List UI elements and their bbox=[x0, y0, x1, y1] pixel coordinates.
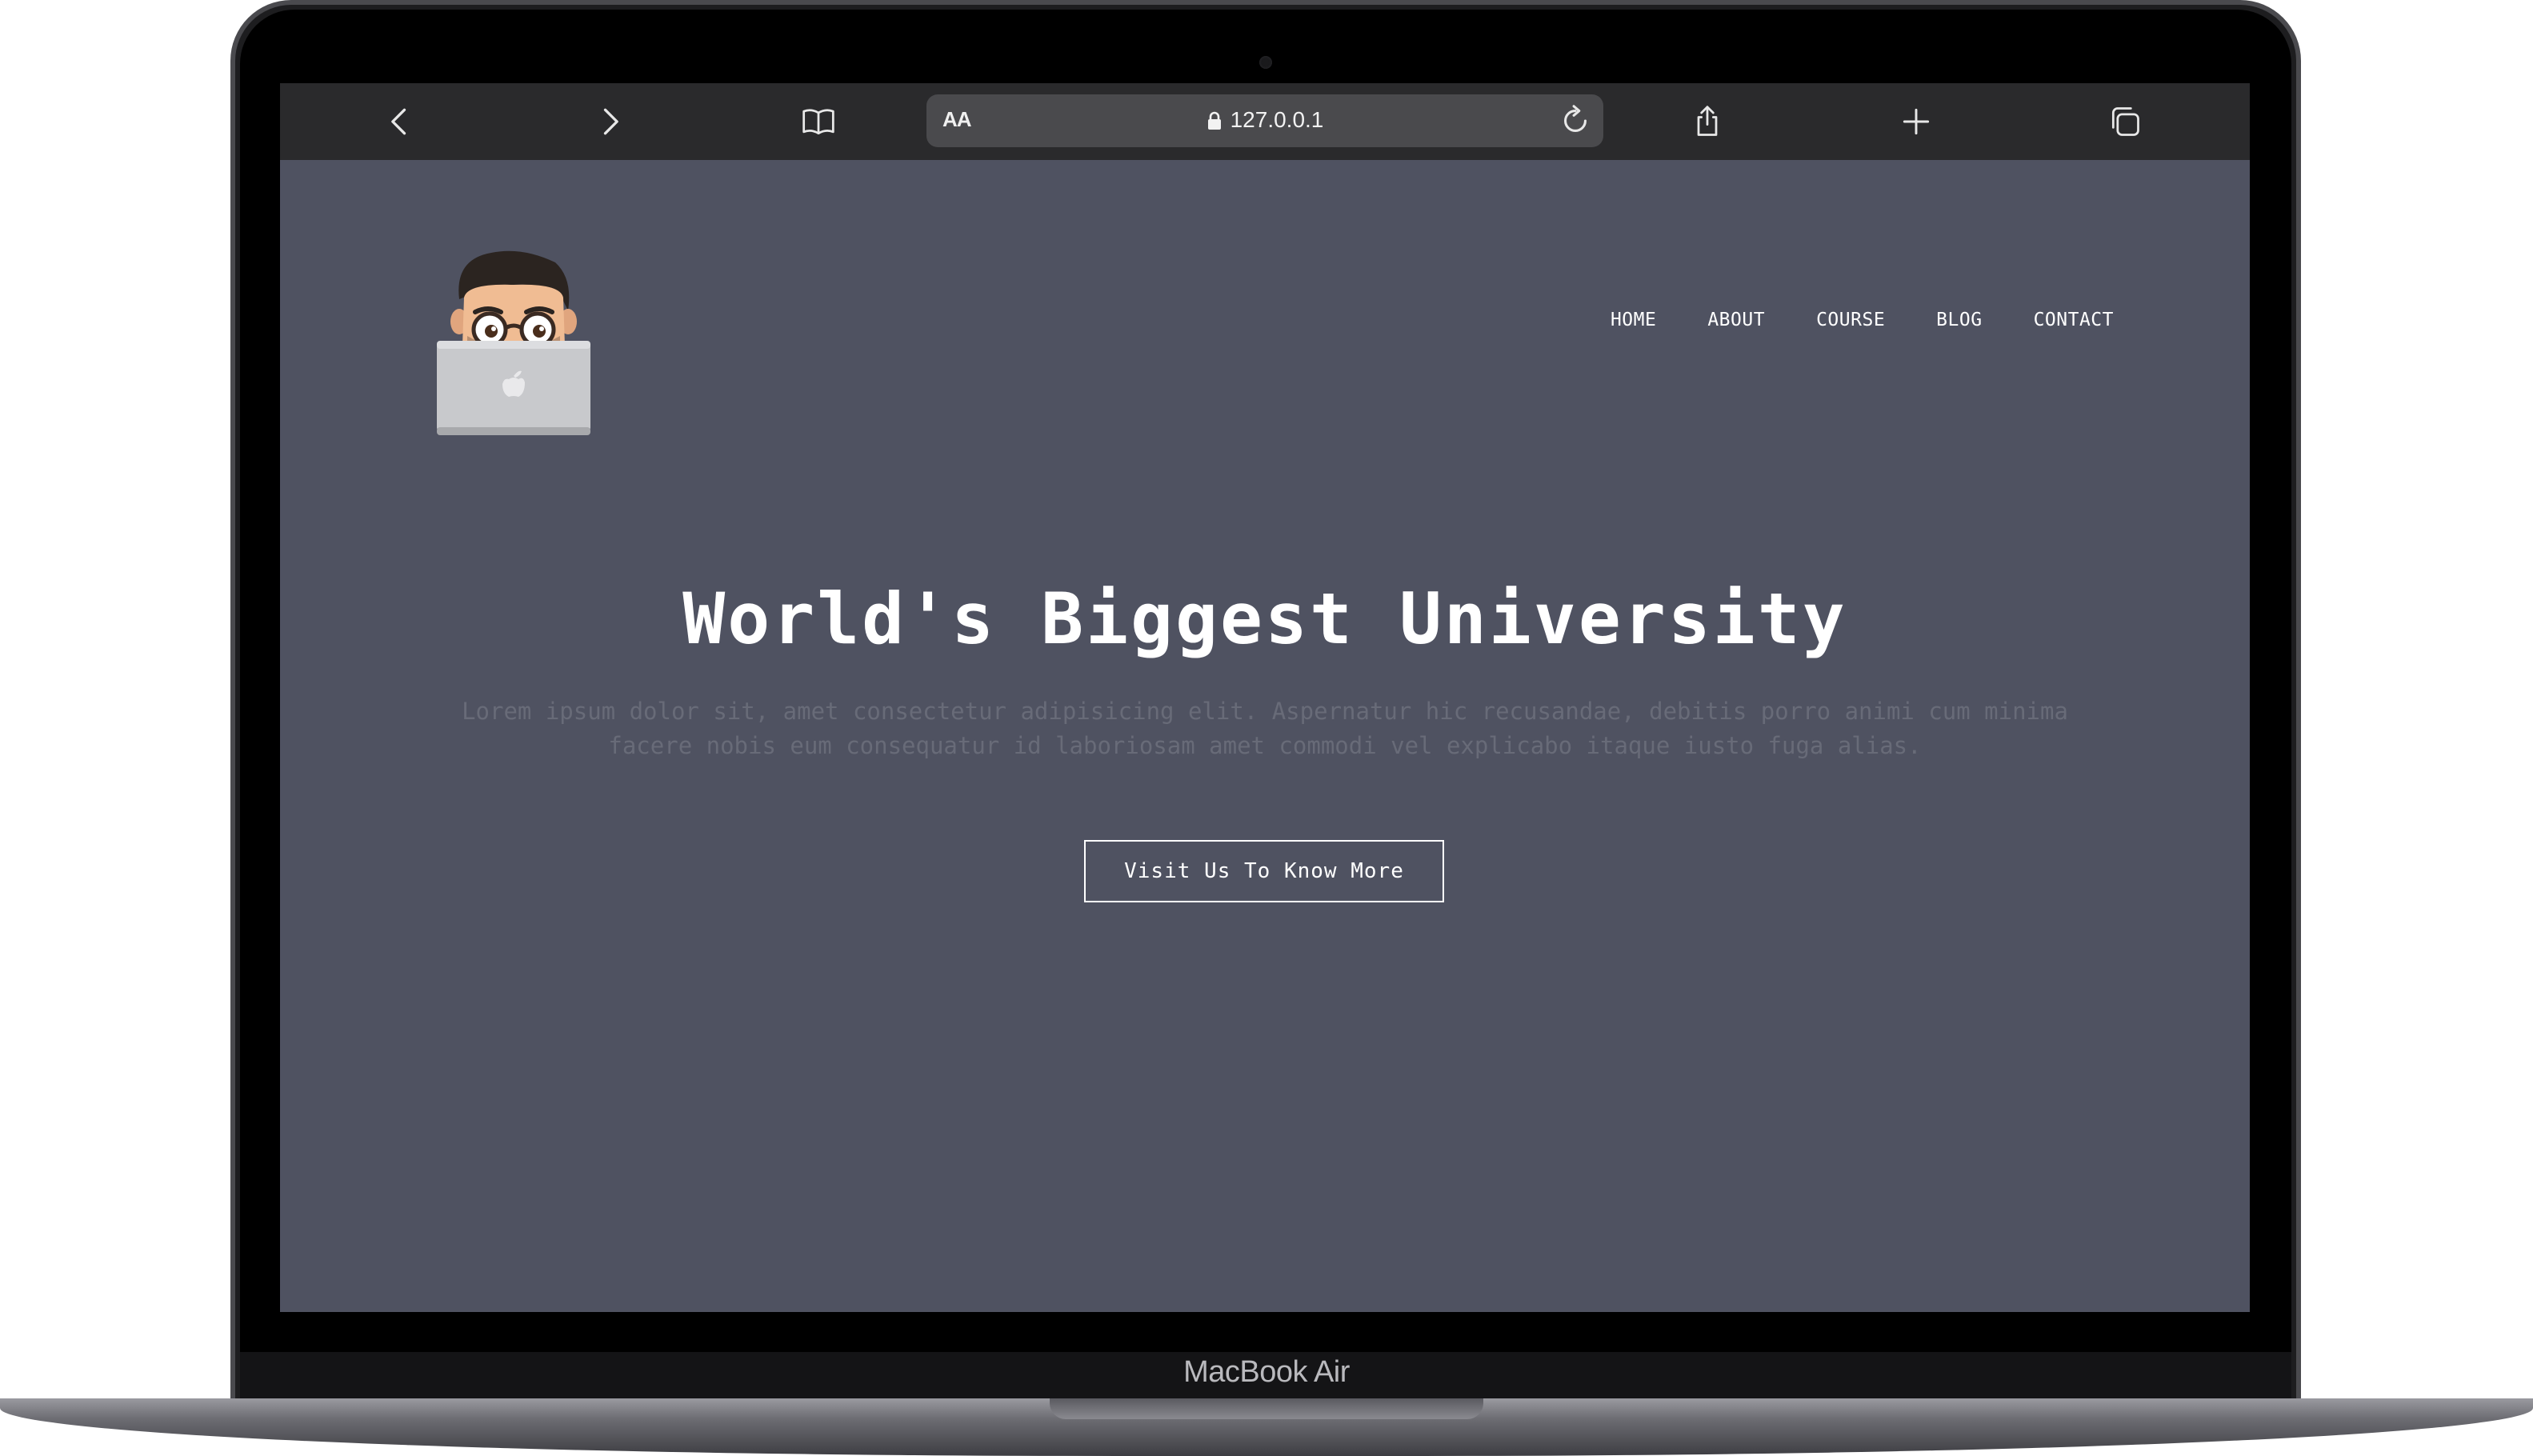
url-text: 127.0.0.1 bbox=[1230, 107, 1324, 132]
browser-screen: AA 127.0.0.1 HOME ABOUT COURSE BLOG CONT… bbox=[280, 83, 2250, 1312]
share-icon[interactable] bbox=[1685, 99, 1730, 144]
site-logo[interactable] bbox=[435, 242, 592, 437]
nav-home[interactable]: HOME bbox=[1611, 310, 1656, 330]
main-nav: HOME ABOUT COURSE BLOG CONTACT bbox=[1611, 310, 2114, 330]
hero-description-line: Lorem ipsum dolor sit, amet consectetur … bbox=[462, 698, 2068, 725]
chevron-right-icon[interactable] bbox=[587, 99, 632, 144]
nav-contact[interactable]: CONTACT bbox=[2034, 310, 2114, 330]
hero-description-line: facere nobis eum consequatur id laborios… bbox=[608, 732, 1922, 759]
nav-about[interactable]: ABOUT bbox=[1707, 310, 1765, 330]
address-bar[interactable]: AA 127.0.0.1 bbox=[926, 94, 1603, 147]
nav-course[interactable]: COURSE bbox=[1816, 310, 1885, 330]
nav-blog[interactable]: BLOG bbox=[1936, 310, 1982, 330]
tabs-icon[interactable] bbox=[2103, 99, 2147, 144]
hero-title: World's Biggest University bbox=[682, 578, 1847, 660]
hero-description: Lorem ipsum dolor sit, amet consectetur … bbox=[400, 694, 2130, 763]
plus-icon[interactable] bbox=[1894, 99, 1939, 144]
laptop-notch bbox=[1050, 1398, 1483, 1419]
browser-toolbar: AA 127.0.0.1 bbox=[280, 83, 2250, 160]
reload-icon[interactable] bbox=[1557, 102, 1594, 139]
camera-dot bbox=[1259, 56, 1272, 69]
chevron-left-icon[interactable] bbox=[378, 99, 422, 144]
lock-icon bbox=[1206, 110, 1222, 136]
device-brand-label: MacBook Air bbox=[1183, 1355, 1350, 1389]
book-icon[interactable] bbox=[796, 99, 841, 144]
visit-us-button[interactable]: Visit Us To Know More bbox=[1084, 840, 1444, 902]
